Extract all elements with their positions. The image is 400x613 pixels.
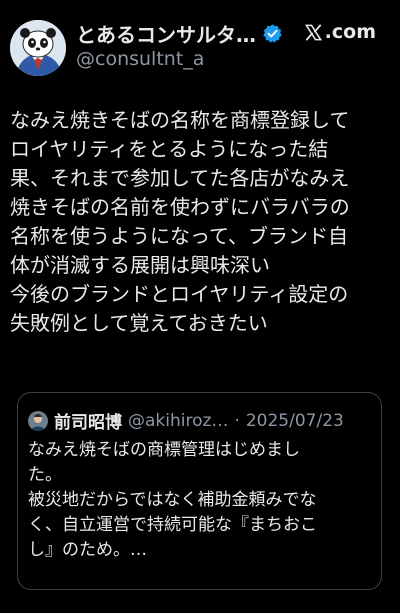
post-body-line: 失敗例として覚えておきたい (10, 311, 268, 335)
quoted-author-name[interactable]: 前司昭博 (54, 408, 122, 433)
post-card: とあるコンサルタ… @consultnt_a .com なみえ焼きそばの名称を商… (0, 0, 400, 613)
quoted-post-line: なみえ焼そばの商標管理はじめまし (28, 440, 300, 460)
post-body-line: 今後のブランドとロイヤリティ設定の (10, 282, 349, 306)
x-brand-label: .com (324, 21, 376, 43)
panda-avatar-icon (10, 20, 66, 76)
x-brand[interactable]: .com (304, 21, 376, 43)
post-body-line: 焼きそばの名前を使わずにバラバラの (10, 195, 350, 219)
post-body-line: ロイヤリティをとるようになった結 (10, 137, 329, 161)
post-body-line: 果、それまで参加してた各店がなみえ (10, 166, 350, 190)
post-body-line: 体が消滅する展開は興味深い (10, 253, 270, 277)
author-name-row: とあるコンサルタ… (76, 19, 283, 48)
quoted-post-text: なみえ焼そばの商標管理はじめまし た。 被災地だからではなく補助金頼みでな く、… (28, 438, 373, 563)
quoted-post-line: し』のため。… (28, 540, 147, 560)
quoted-post-card[interactable]: 前司昭博 @akihiroz… · 2025/07/23 なみえ焼そばの商標管理… (17, 392, 382, 590)
quoted-post-line: た。 (28, 465, 62, 485)
quoted-post-date[interactable]: 2025/07/23 (246, 411, 344, 431)
post-body-line: 名称を使うようになって、ブランド自 (10, 224, 348, 248)
author-avatar[interactable] (10, 20, 66, 76)
quoted-separator: · (234, 410, 240, 431)
verified-badge-icon (262, 23, 283, 44)
quoted-author-handle[interactable]: @akihiroz… (128, 411, 228, 431)
quoted-post-header: 前司昭博 @akihiroz… · 2025/07/23 (28, 408, 344, 433)
quoted-post-line: く、自立運営で持続可能な『まちおこ (28, 515, 317, 535)
person-avatar-icon (28, 410, 48, 431)
post-body-text: なみえ焼きそばの名称を商標登録して ロイヤリティをとるようになった結 果、それま… (10, 106, 396, 338)
quoted-author-avatar[interactable] (28, 410, 48, 431)
author-display-name[interactable]: とあるコンサルタ… (76, 19, 256, 48)
quoted-post-line: 被災地だからではなく補助金頼みでな (28, 490, 317, 510)
author-handle[interactable]: @consultnt_a (76, 48, 204, 70)
post-header: とあるコンサルタ… @consultnt_a .com (0, 0, 400, 88)
x-logo-icon (304, 23, 323, 42)
post-body-line: なみえ焼きそばの名称を商標登録して (10, 108, 350, 132)
